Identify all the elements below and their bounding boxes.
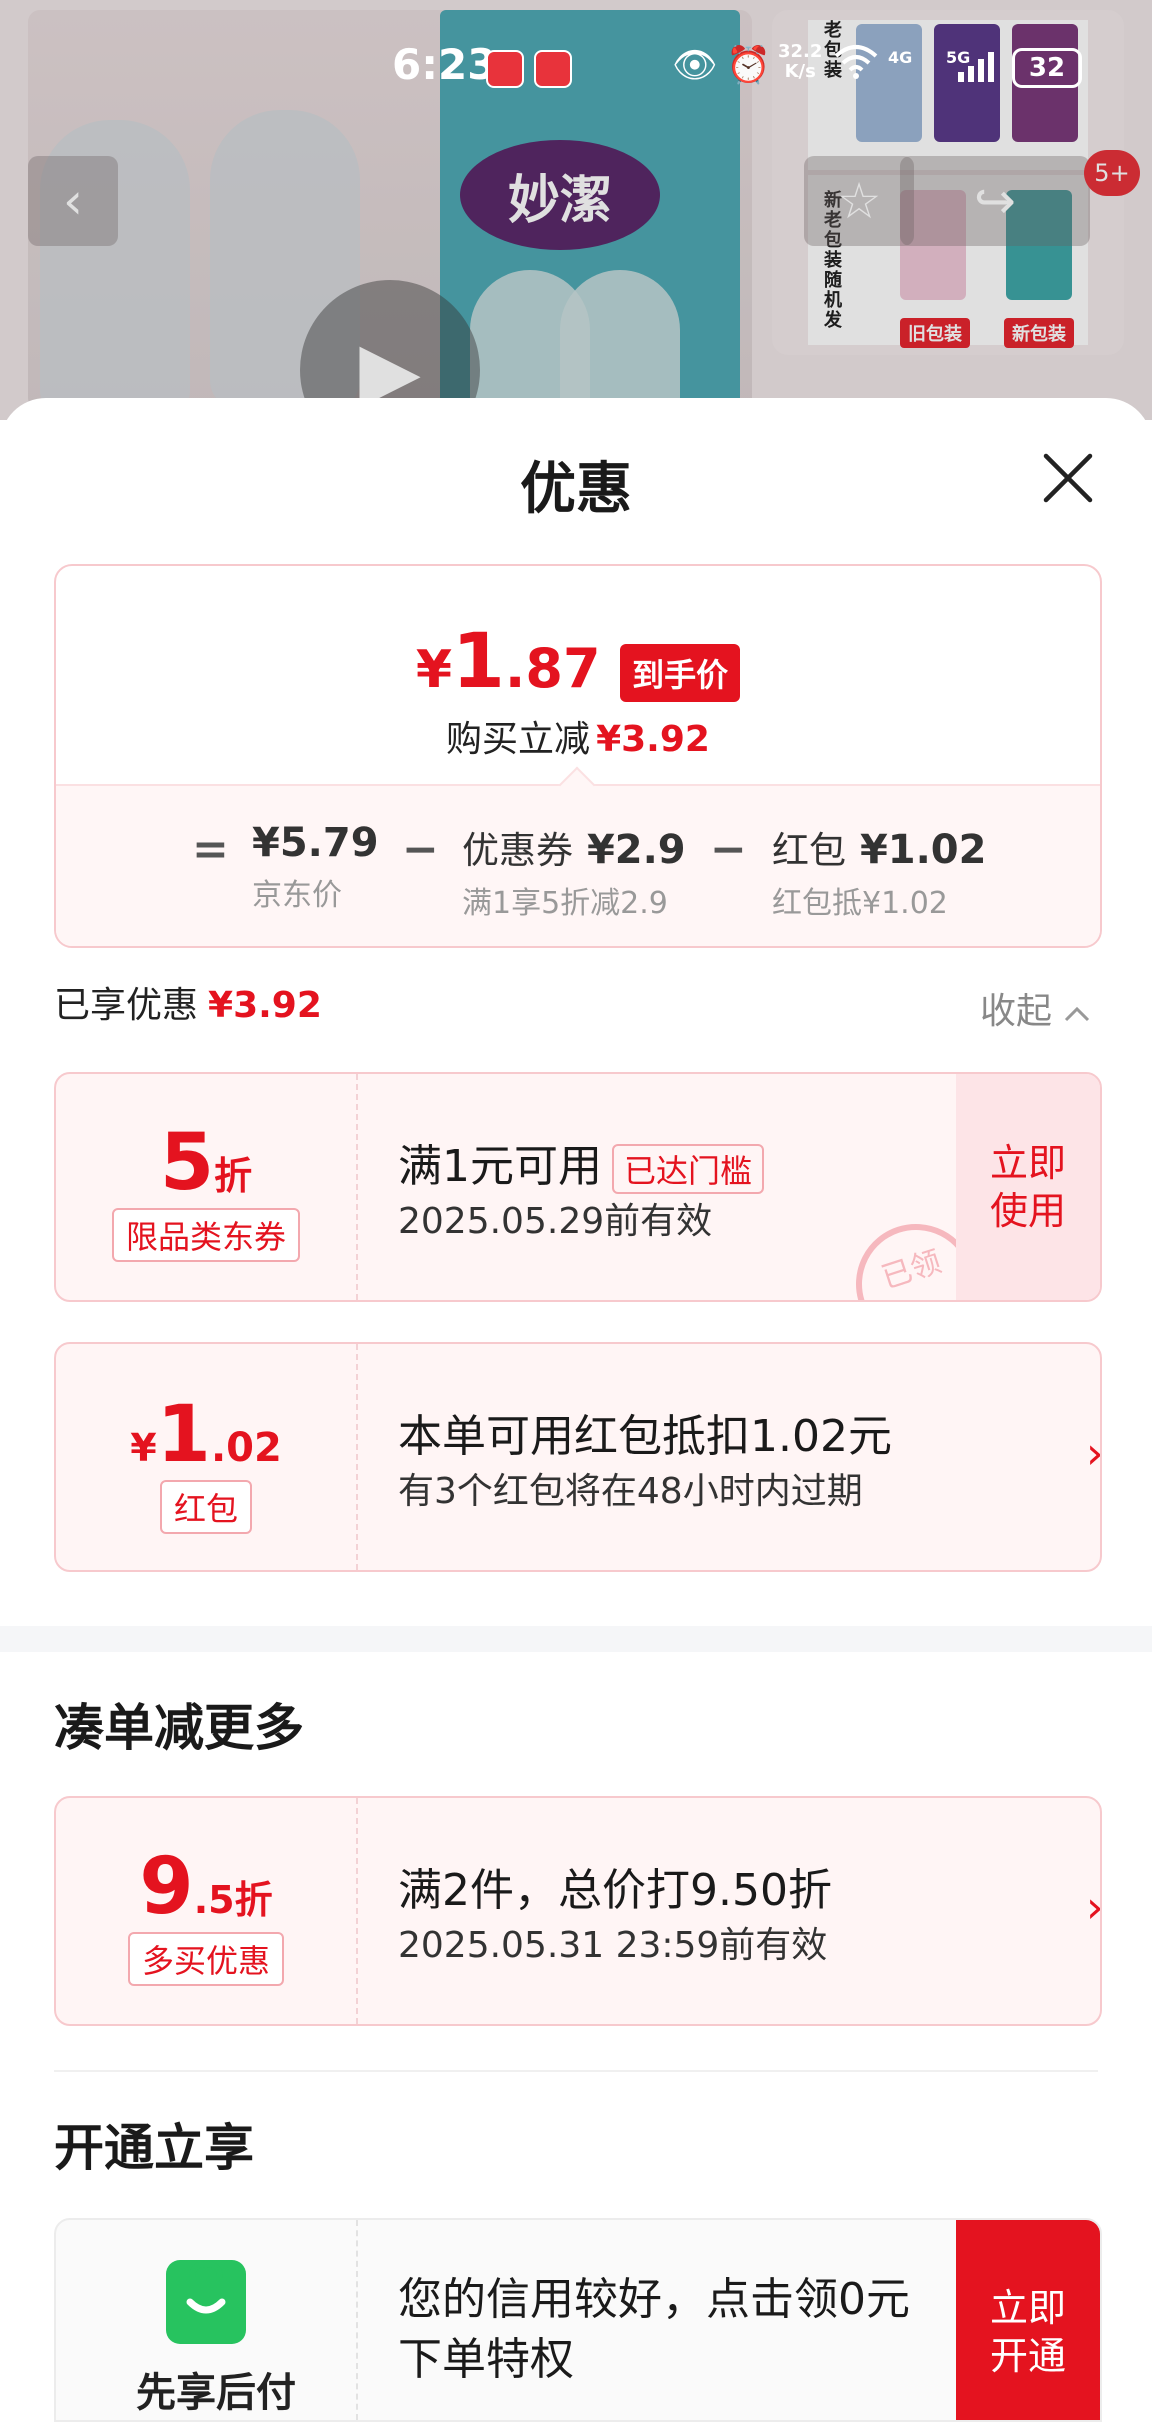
instant-reduction: 购买立减 ¥3.92 <box>446 719 710 760</box>
use-now-button[interactable]: 立即使用 <box>956 1074 1100 1300</box>
multi-buy-title: 满2件，总价打9.50折 <box>398 1865 832 1916</box>
signal-4g-label: 4G <box>888 48 913 67</box>
sheet-title: 优惠 <box>520 457 632 522</box>
status-time: 6:23 <box>392 40 497 89</box>
equals-sign: = <box>192 824 229 875</box>
battery-icon: 32 <box>1012 48 1082 88</box>
price-breakdown: = ¥5.79 京东价 − 优惠券 ¥2.9 满1享5折减2.9 − 红包 ¥1… <box>56 784 1100 946</box>
minus-sign: − <box>402 824 439 875</box>
alarm-icon: ⏰ <box>726 45 771 86</box>
network-speed: 32.2 K/s <box>778 41 823 82</box>
threshold-reached-tag: 已达门槛 <box>612 1144 765 1194</box>
coupon-item: 优惠券 ¥2.9 满1享5折减2.9 <box>462 827 686 921</box>
coupon-divider <box>356 2220 358 2420</box>
chevron-right-icon: › <box>1086 1428 1102 1479</box>
chevron-up-icon <box>1065 1006 1090 1022</box>
red-packet-value: ¥1.02 红包 <box>56 1344 356 1570</box>
coupon-title: 满1元可用 已达门槛 <box>398 1130 765 1194</box>
product-gallery-background: 妙潔 ▶ 老包装 新老包装随机发 旧包装 新包装 ‹ ☆ ↪ 5+ 6:23 👁… <box>0 0 1152 420</box>
minus-sign: − <box>710 824 747 875</box>
app-notification-icon <box>534 50 572 88</box>
open-now-button[interactable]: 立即开通 <box>956 2220 1100 2420</box>
multi-buy-card[interactable]: 9.5折 多买优惠 满2件，总价打9.50折 2025.05.31 23:59前… <box>54 1796 1102 2026</box>
red-packet-tag: 红包 <box>159 1480 252 1534</box>
wifi-icon <box>834 44 878 89</box>
chevron-right-icon: › <box>1086 1882 1102 1933</box>
price-summary-card: ¥1.87 到手价 购买立减 ¥3.92 = ¥5.79 京东价 − 优惠券 ¥2… <box>54 564 1102 948</box>
credit-card[interactable]: 先享后付 您的信用较好，点击领0元下单特权 立即开通 <box>54 2218 1102 2422</box>
multi-buy-validity: 2025.05.31 23:59前有效 <box>398 1925 828 1966</box>
eye-icon: 👁 <box>672 45 718 86</box>
shopping-bag-icon <box>166 2260 246 2344</box>
section-gap <box>0 1626 1152 1652</box>
collapse-button[interactable]: 收起 <box>980 982 1091 1034</box>
credit-service-label: 先享后付 <box>136 2370 296 2416</box>
app-notification-icon <box>486 50 524 88</box>
discount-sheet: 优惠 ¥1.87 到手价 购买立减 ¥3.92 = ¥5.79 京东价 − 优惠券… <box>0 398 1152 2422</box>
coupon-divider <box>356 1344 358 1570</box>
coupon-card[interactable]: 5折 限品类东券 满1元可用 已达门槛 2025.05.29前有效 已领 立即使用 <box>54 1072 1102 1302</box>
multi-buy-tag: 多买优惠 <box>127 1932 284 1986</box>
red-packet-expiry: 有3个红包将在48小时内过期 <box>398 1471 863 1512</box>
coupon-divider <box>356 1798 358 2024</box>
coupon-value: 5折 限品类东券 <box>56 1074 356 1300</box>
jd-price-item: ¥5.79 京东价 <box>252 820 379 913</box>
enjoyed-discount: 已享优惠 ¥3.92 <box>54 985 322 1026</box>
credit-offer-text: 您的信用较好，点击领0元下单特权 <box>398 2274 910 2385</box>
final-price-tag: 到手价 <box>620 643 741 702</box>
multi-buy-value: 9.5折 多买优惠 <box>56 1798 356 2024</box>
final-price: ¥1.87 到手价 <box>56 616 1100 712</box>
open-enjoy-title: 开通立享 <box>54 2119 254 2177</box>
signal-icon <box>956 50 1000 91</box>
close-icon[interactable] <box>1040 450 1096 506</box>
red-packet-title: 本单可用红包抵扣1.02元 <box>398 1411 892 1462</box>
red-packet-card[interactable]: ¥1.02 红包 本单可用红包抵扣1.02元 有3个红包将在48小时内过期 › <box>54 1342 1102 1572</box>
coupon-validity: 2025.05.29前有效 <box>398 1201 713 1242</box>
status-bar: 6:23 👁 ⏰ 32.2 K/s 4G 5G 32 <box>0 0 1152 136</box>
coupon-divider <box>356 1074 358 1300</box>
coupon-category-tag: 限品类东券 <box>111 1208 300 1262</box>
divider-line <box>54 2070 1098 2072</box>
red-packet-item: 红包 ¥1.02 红包抵¥1.02 <box>772 827 987 921</box>
more-discount-title: 凑单减更多 <box>54 1699 304 1757</box>
